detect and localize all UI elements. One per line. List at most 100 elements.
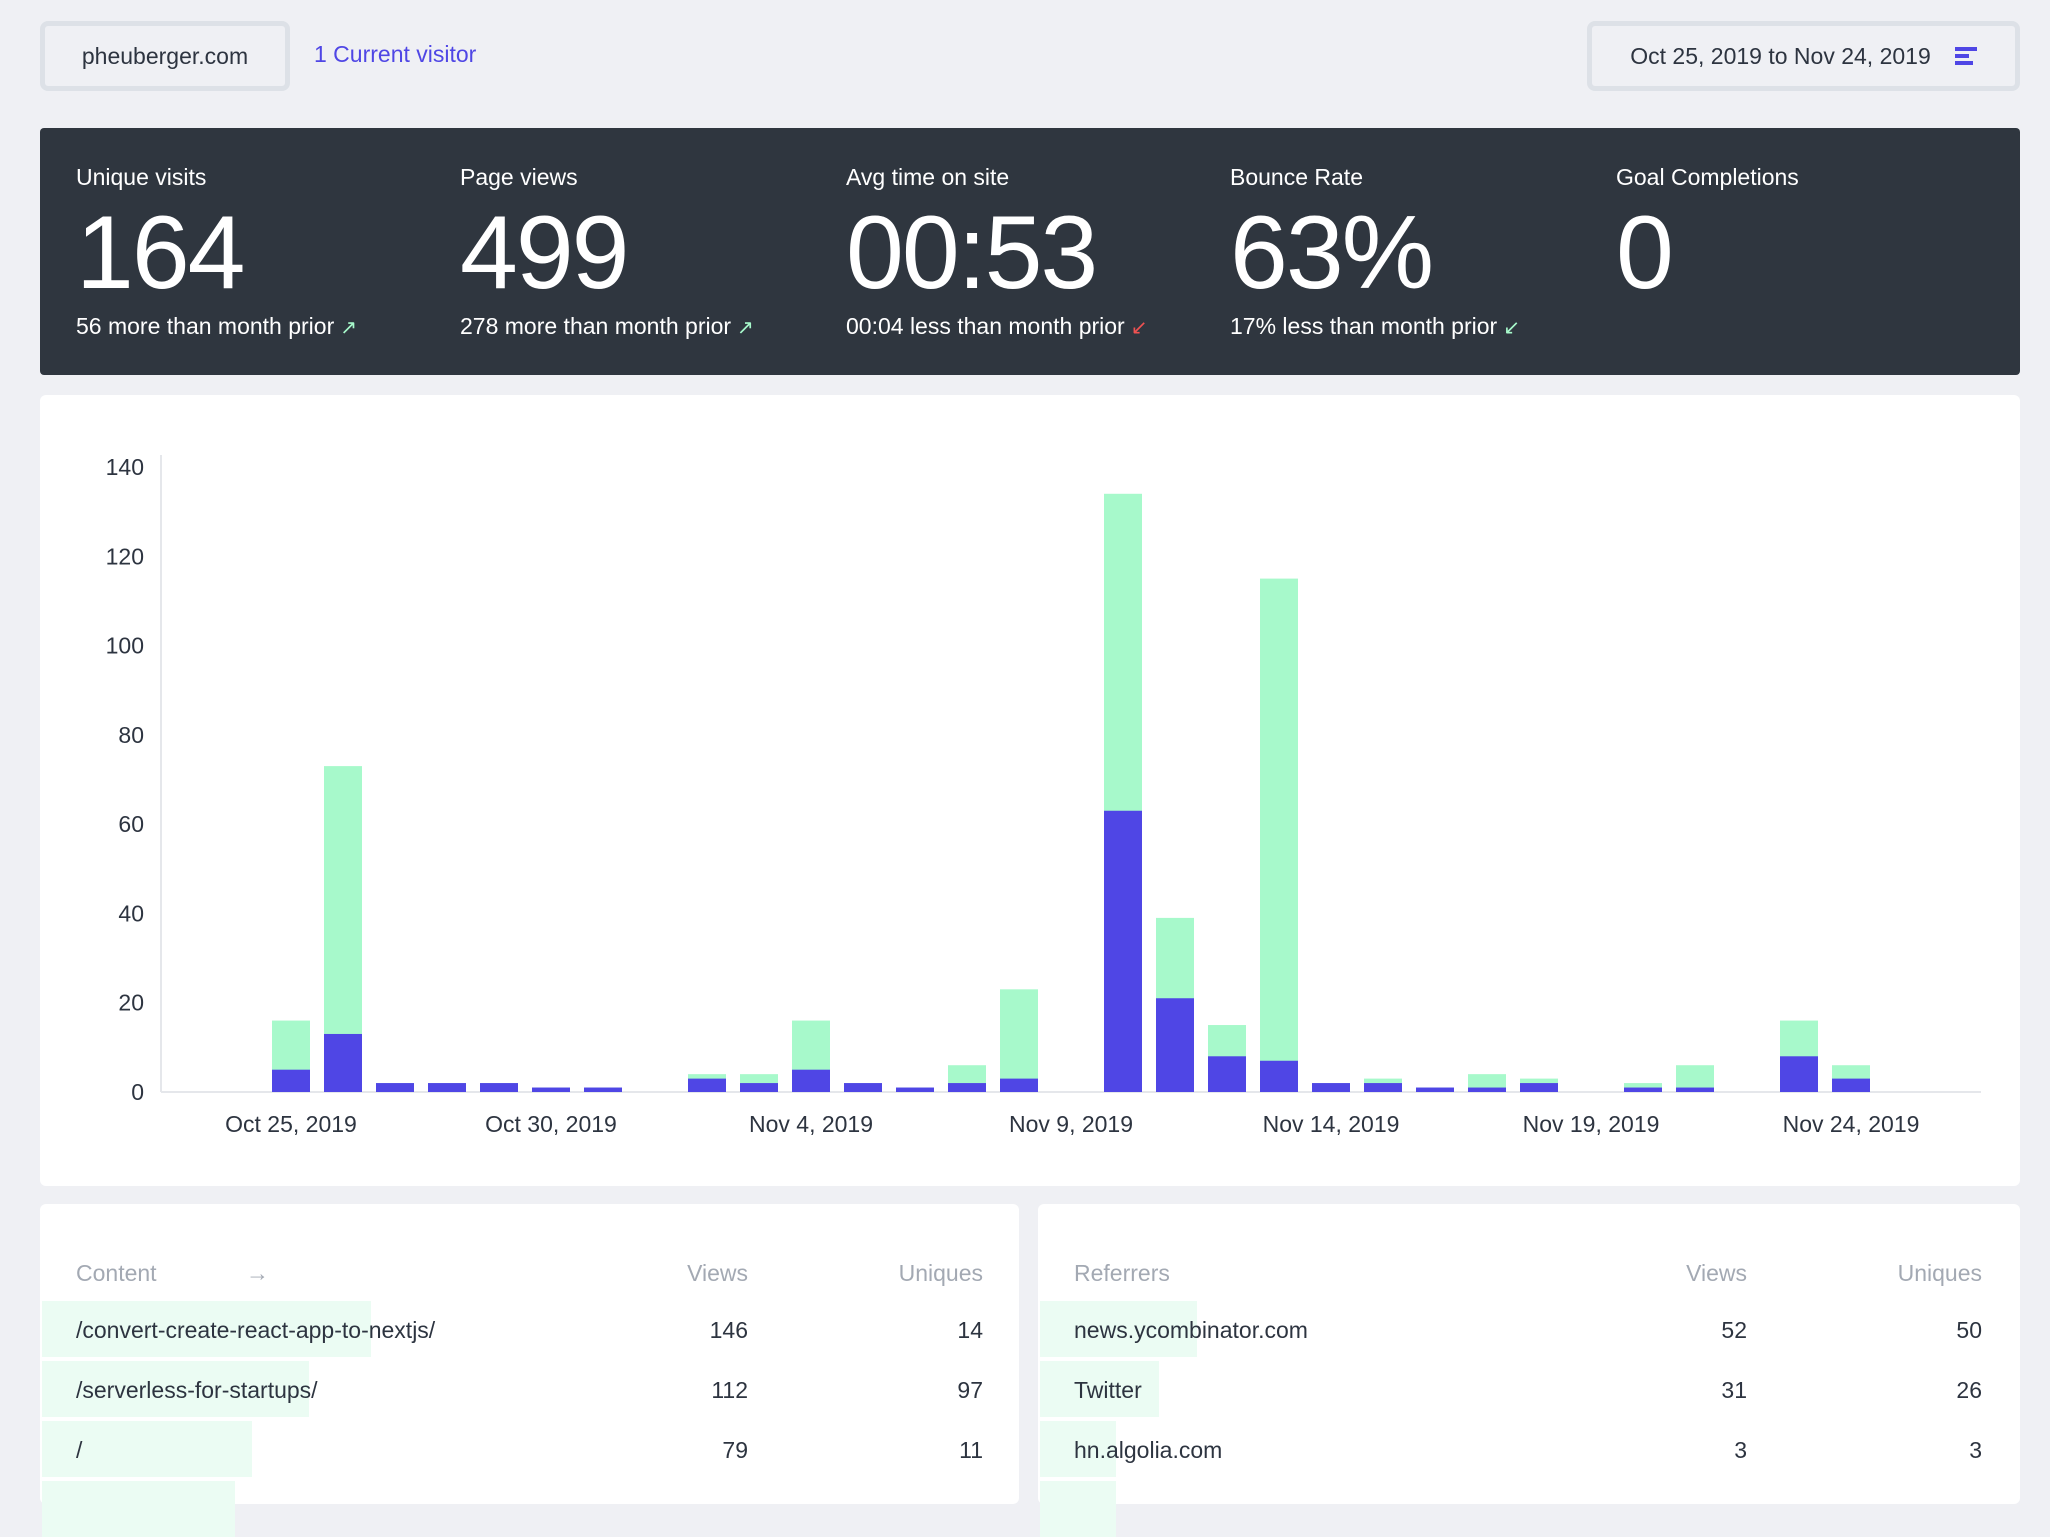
row-name: hn.algolia.com	[1074, 1437, 1223, 1463]
chart-card: 0 20 40 60 80 100 120 140 Oct 25, 2019 Oct 30, 20…	[40, 395, 2020, 1186]
table-row[interactable]: Twitter 31 26	[1040, 1361, 2022, 1417]
y-tick-label: 20	[118, 990, 144, 1016]
bar-uniques[interactable]	[532, 1087, 570, 1092]
row-views: 3	[1734, 1437, 1747, 1463]
bar-uniques[interactable]	[428, 1083, 466, 1092]
row-views: 52	[1721, 1317, 1747, 1343]
row-uniques: 50	[1956, 1317, 1982, 1343]
y-tick-label: 40	[118, 900, 144, 926]
table-row[interactable]	[1040, 1481, 2022, 1537]
bar-uniques[interactable]	[1780, 1056, 1818, 1092]
y-tick-label: 100	[106, 633, 144, 659]
bar-uniques[interactable]	[896, 1087, 934, 1092]
table-row[interactable]: /convert-create-react-app-to-nextjs/146 1…	[42, 1301, 1021, 1357]
bars-icon	[1954, 47, 1977, 65]
row-views: 31	[1721, 1377, 1747, 1403]
row-uniques: 26	[1956, 1377, 1982, 1403]
stat-label: Avg time on site	[846, 164, 1010, 190]
table-row[interactable]: hn.algolia.com 3 3	[1040, 1421, 2022, 1477]
row-uniques: 97	[957, 1377, 983, 1403]
bar-views[interactable]	[1000, 989, 1038, 1092]
bar-uniques[interactable]	[1260, 1060, 1298, 1092]
stat-goal-completions: Goal Completions 0	[1616, 164, 1799, 305]
stat-value: 63%	[1230, 195, 1434, 311]
bar-uniques[interactable]	[1468, 1087, 1506, 1092]
trend-down-icon: ↙	[1503, 317, 1520, 339]
x-tick-label: Nov 14, 2019	[1263, 1111, 1400, 1137]
table-row[interactable]: news.ycombinator.com 52 50	[1040, 1301, 2022, 1357]
trend-down-icon: ↙	[1130, 317, 1148, 339]
arrow-right-icon[interactable]: →	[246, 1260, 269, 1287]
bar-views[interactable]	[1260, 578, 1298, 1092]
bar-uniques[interactable]	[688, 1078, 726, 1092]
stat-value: 164	[76, 195, 246, 311]
bar-uniques[interactable]	[1000, 1078, 1038, 1092]
row-uniques: 3	[1969, 1437, 1982, 1463]
stats-panel: Unique visits 164 56 more than month pri…	[40, 128, 2020, 375]
bar-uniques[interactable]	[480, 1083, 518, 1092]
bar-uniques[interactable]	[1676, 1087, 1714, 1092]
x-tick-label: Nov 24, 2019	[1783, 1111, 1920, 1137]
bar-uniques[interactable]	[584, 1087, 622, 1092]
trend-up-icon: ↗	[340, 317, 358, 339]
bar-uniques[interactable]	[1364, 1083, 1402, 1092]
stat-comparison: 00:04 less than month prior	[846, 313, 1125, 339]
x-tick-label: Nov 4, 2019	[749, 1111, 873, 1137]
row-name: /	[76, 1437, 83, 1463]
bar-uniques[interactable]	[1104, 810, 1142, 1092]
bar-uniques[interactable]	[1416, 1087, 1454, 1092]
bar-uniques[interactable]	[1156, 998, 1194, 1092]
stat-label: Goal Completions	[1616, 164, 1799, 190]
bar-uniques[interactable]	[324, 1033, 362, 1092]
row-fill-bar	[42, 1481, 235, 1537]
visits-bar-chart: 0 20 40 60 80 100 120 140 Oct 25, 2019 Oct 30, 20…	[106, 454, 1981, 1137]
referrers-table: Referrers Views Uniques news.ycombinator…	[1038, 1204, 2022, 1537]
bar-uniques[interactable]	[1832, 1078, 1870, 1092]
row-views: 112	[711, 1377, 748, 1403]
content-table: Content → Views Uniques /convert-create-…	[40, 1204, 1021, 1537]
stat-label: Page views	[460, 164, 578, 190]
y-tick-label: 80	[118, 722, 144, 748]
row-uniques: 11	[959, 1437, 983, 1463]
current-visitors-link[interactable]: 1 Current visitor	[314, 41, 476, 68]
bar-uniques[interactable]	[844, 1083, 882, 1092]
table-row[interactable]: /serverless-for-startups/112 97	[42, 1361, 1021, 1417]
row-views: 146	[709, 1317, 748, 1343]
bar-uniques[interactable]	[1312, 1083, 1350, 1092]
site-selector-button[interactable]: pheuberger.com	[40, 21, 290, 91]
bar-uniques[interactable]	[1624, 1087, 1662, 1092]
row-fill-bar	[1040, 1481, 1116, 1537]
uniques-header: Uniques	[898, 1260, 983, 1286]
y-tick-label: 120	[106, 543, 144, 569]
y-tick-label: 140	[106, 454, 144, 480]
x-tick-label: Oct 25, 2019	[225, 1111, 357, 1137]
x-tick-label: Oct 30, 2019	[485, 1111, 617, 1137]
table-row[interactable]: / 79 11	[42, 1421, 1021, 1477]
bar-uniques[interactable]	[1208, 1056, 1246, 1092]
views-header: Views	[1686, 1260, 1747, 1286]
x-tick-label: Nov 19, 2019	[1523, 1111, 1660, 1137]
stat-avg-time: Avg time on site 00:53 00:04 less than m…	[846, 164, 1147, 340]
stat-page-views: Page views 499 278 more than month prior…	[460, 164, 754, 340]
bar-uniques[interactable]	[272, 1069, 310, 1092]
table-row[interactable]	[42, 1481, 1021, 1537]
stat-value: 00:53	[846, 195, 1098, 311]
row-name: news.ycombinator.com	[1074, 1317, 1308, 1343]
site-name: pheuberger.com	[81, 42, 249, 69]
bar-uniques[interactable]	[948, 1083, 986, 1092]
row-name: /serverless-for-startups/	[76, 1377, 318, 1403]
referrers-header: Referrers	[1074, 1260, 1170, 1286]
date-range-label: Oct 25, 2019 to Nov 24, 2019	[1630, 42, 1931, 69]
bar-uniques[interactable]	[740, 1083, 778, 1092]
bar-uniques[interactable]	[1520, 1083, 1558, 1092]
uniques-header: Uniques	[1897, 1260, 1982, 1286]
stat-label: Bounce Rate	[1230, 164, 1363, 190]
bar-uniques[interactable]	[376, 1083, 414, 1092]
bar-uniques[interactable]	[792, 1069, 830, 1092]
stat-unique-visits: Unique visits 164 56 more than month pri…	[76, 164, 357, 340]
stat-label: Unique visits	[76, 164, 207, 190]
row-name: /convert-create-react-app-to-nextjs/	[76, 1317, 436, 1343]
stat-value: 0	[1616, 195, 1674, 311]
date-range-button[interactable]: Oct 25, 2019 to Nov 24, 2019	[1587, 21, 2020, 91]
y-tick-label: 0	[131, 1079, 144, 1105]
